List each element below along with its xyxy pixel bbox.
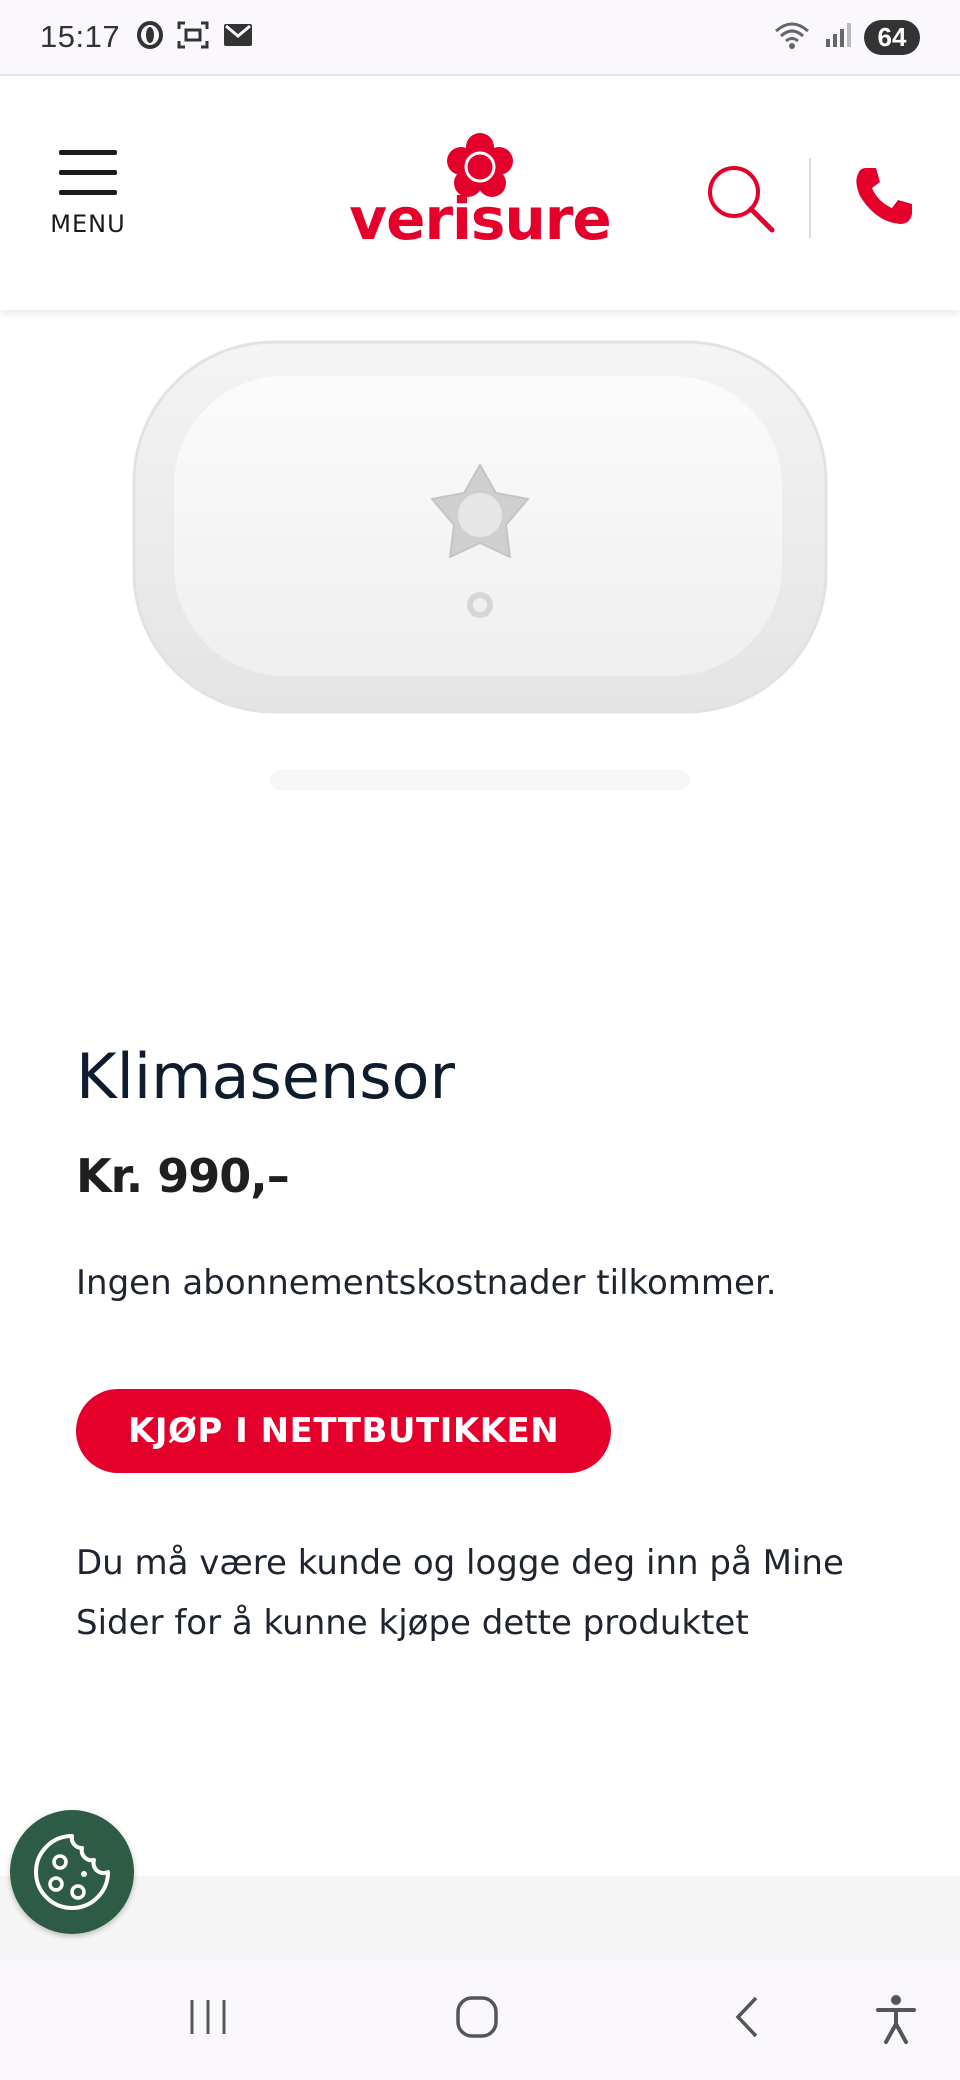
status-bar: 15:17 64 (0, 0, 960, 76)
search-button[interactable] (706, 164, 776, 234)
product-details: Klimasensor Kr. 990,– Ingen abonnementsk… (76, 1040, 896, 1653)
product-price: Kr. 990,– (76, 1149, 290, 1203)
header-divider (809, 158, 811, 238)
phone-icon (856, 168, 912, 224)
product-image (120, 330, 840, 810)
accessibility-button[interactable] (874, 1994, 918, 2048)
battery-icon: 64 (864, 19, 920, 55)
back-button[interactable] (728, 1994, 768, 2044)
product-title: Klimasensor (76, 1040, 455, 1113)
wifi-icon (772, 19, 812, 55)
screenshot-icon (176, 20, 210, 54)
buy-in-webshop-button[interactable]: KJØP I NETTBUTIKKEN (76, 1389, 612, 1473)
verisure-logo[interactable]: verisure (340, 133, 620, 253)
login-note: Du må være kunde og logge deg inn på Min… (76, 1543, 844, 1643)
signal-icon (824, 21, 852, 53)
cookie-settings-button[interactable] (10, 1810, 134, 1934)
cookie-icon (34, 1834, 110, 1910)
phone-button[interactable] (852, 164, 916, 228)
home-icon (456, 1996, 498, 2038)
site-header: MENU verisure (0, 78, 960, 310)
opera-icon (136, 20, 164, 54)
footer-section (0, 1876, 960, 1960)
system-nav-bar (0, 1960, 960, 2080)
accessibility-icon (876, 1995, 916, 2044)
recent-apps-icon (190, 2000, 226, 2034)
home-button[interactable] (454, 1994, 500, 2044)
subscription-note: Ingen abonnementskostnader tilkommer. (76, 1263, 777, 1303)
search-icon (708, 166, 775, 233)
recent-apps-button[interactable] (186, 1994, 230, 2042)
status-time: 15:17 (40, 19, 121, 54)
climate-sensor-image (132, 340, 828, 790)
menu-icon (48, 150, 128, 195)
logo-text: verisure (349, 185, 611, 253)
back-icon (735, 1996, 758, 2038)
menu-button[interactable]: MENU (48, 150, 128, 250)
gmail-icon (222, 22, 254, 52)
menu-label: MENU (50, 210, 126, 238)
